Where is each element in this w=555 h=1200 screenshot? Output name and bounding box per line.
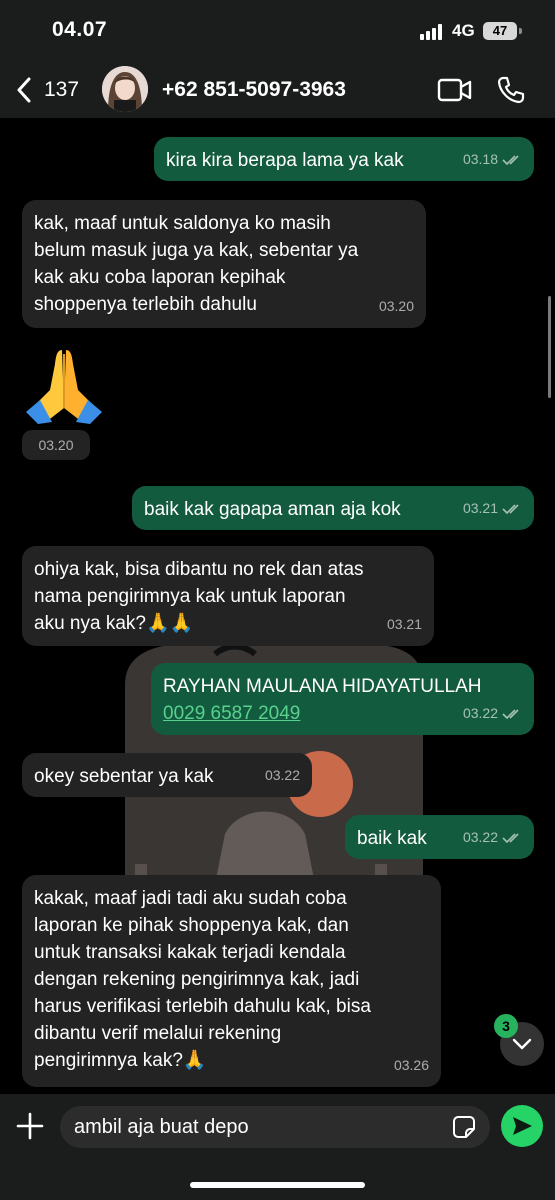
message-line: shoppenya terlebih dahulu (34, 294, 257, 315)
message-time: 03.20 (378, 298, 414, 314)
message-line: pengirimnya kak?🙏 (34, 1050, 207, 1071)
send-icon (513, 1117, 532, 1135)
message-incoming[interactable]: okey sebentar ya kak 03.22 (22, 753, 312, 797)
double-check-icon (502, 154, 519, 165)
message-line: harus verifikasi terlebih dahulu kak, bi… (34, 996, 371, 1017)
message-line: dengan rekening pengirimnya kak, jadi (34, 969, 360, 990)
message-outgoing[interactable]: RAYHAN MAULANA HIDAYATULLAH 0029 6587 20… (151, 663, 534, 735)
message-meta: 03.22 (463, 700, 522, 727)
status-bar: 04.07 4G 47 (0, 0, 555, 62)
chat-header: 137 +62 851-5097-3963 (0, 62, 555, 118)
message-time: 03.22 (462, 829, 498, 845)
status-time: 04.07 (52, 18, 108, 41)
sticker-button[interactable] (452, 1115, 476, 1144)
message-meta: 03.22 (265, 762, 300, 789)
message-line: belum masuk juga ya kak, sebentar ya (34, 240, 359, 261)
message-meta: 03.26 (394, 1052, 429, 1079)
message-line: kakak, maaf jadi tadi aku sudah coba (34, 888, 347, 909)
message-line: ohiya kak, bisa dibantu no rek dan atas (34, 559, 364, 580)
message-meta: 03.22 (463, 824, 522, 851)
message-line: kak, maaf untuk saldonya ko masih (34, 213, 331, 234)
cellular-signal-icon (420, 24, 444, 40)
message-incoming[interactable]: kak, maaf untuk saldonya ko masih belum … (22, 200, 426, 328)
chat-scroll-indicator[interactable] (548, 296, 551, 398)
message-input[interactable] (60, 1106, 490, 1148)
message-time: 03.21 (386, 616, 422, 632)
battery-tip (519, 28, 522, 34)
message-line: untuk transaksi kakak terjadi kendala (34, 942, 346, 963)
message-meta: 03.21 (387, 611, 422, 638)
network-type: 4G (452, 21, 475, 40)
message-outgoing[interactable]: baik kak gapapa aman aja kok 03.21 (132, 486, 534, 530)
message-outgoing[interactable]: baik kak 03.22 (345, 815, 534, 859)
message-line: laporan ke pihak shoppenya kak, dan (34, 915, 349, 936)
message-time: 03.18 (462, 151, 498, 167)
message-line: nama pengirimnya kak untuk laporan (34, 586, 346, 607)
message-time: 03.20 (22, 430, 90, 460)
back-button[interactable]: 137 (16, 76, 79, 104)
double-check-icon (502, 832, 519, 843)
message-line: aku nya kak?🙏🙏 (34, 613, 194, 634)
unread-chats-count: 137 (44, 78, 80, 101)
plus-icon (16, 1112, 44, 1140)
message-incoming[interactable]: kakak, maaf jadi tadi aku sudah coba lap… (22, 875, 441, 1087)
message-line: kak aku coba laporan kepihak (34, 267, 286, 288)
video-call-icon (437, 78, 472, 102)
contact-name[interactable]: +62 851-5097-3963 (162, 78, 346, 102)
composer-bar (0, 1094, 555, 1200)
battery-icon: 47 (483, 22, 517, 40)
message-time: 03.22 (462, 705, 498, 721)
message-text: okey sebentar ya kak (34, 766, 214, 787)
sticker-icon (453, 1116, 475, 1138)
double-check-icon (502, 503, 519, 514)
avatar[interactable] (102, 66, 148, 112)
message-meta: 03.18 (463, 146, 522, 173)
message-meta: 03.20 (379, 293, 414, 320)
message-time: 03.21 (462, 500, 498, 516)
phone-icon (497, 76, 525, 104)
home-indicator[interactable] (190, 1182, 365, 1188)
message-time: 03.26 (393, 1057, 429, 1073)
chat-area[interactable]: kira kira berapa lama ya kak 03.18 kak, … (0, 118, 555, 1094)
video-call-button[interactable] (437, 77, 473, 108)
chevron-down-icon (512, 1038, 532, 1050)
message-text: RAYHAN MAULANA HIDAYATULLAH (163, 676, 482, 697)
message-outgoing[interactable]: kira kira berapa lama ya kak 03.18 (154, 137, 534, 181)
message-time: 03.22 (264, 767, 300, 783)
double-check-icon (502, 708, 519, 719)
folded-hands-emoji[interactable] (24, 346, 104, 424)
message-incoming[interactable]: ohiya kak, bisa dibantu no rek dan atas … (22, 546, 434, 646)
back-chevron-icon (17, 77, 31, 103)
message-line: dibantu verif melalui rekening (34, 1023, 282, 1044)
message-meta: 03.21 (463, 495, 522, 522)
send-button[interactable] (501, 1105, 543, 1147)
attach-button[interactable] (16, 1112, 44, 1145)
account-number-link[interactable]: 0029 6587 2049 (163, 700, 300, 727)
unread-messages-badge: 3 (494, 1014, 518, 1038)
voice-call-button[interactable] (496, 75, 526, 110)
